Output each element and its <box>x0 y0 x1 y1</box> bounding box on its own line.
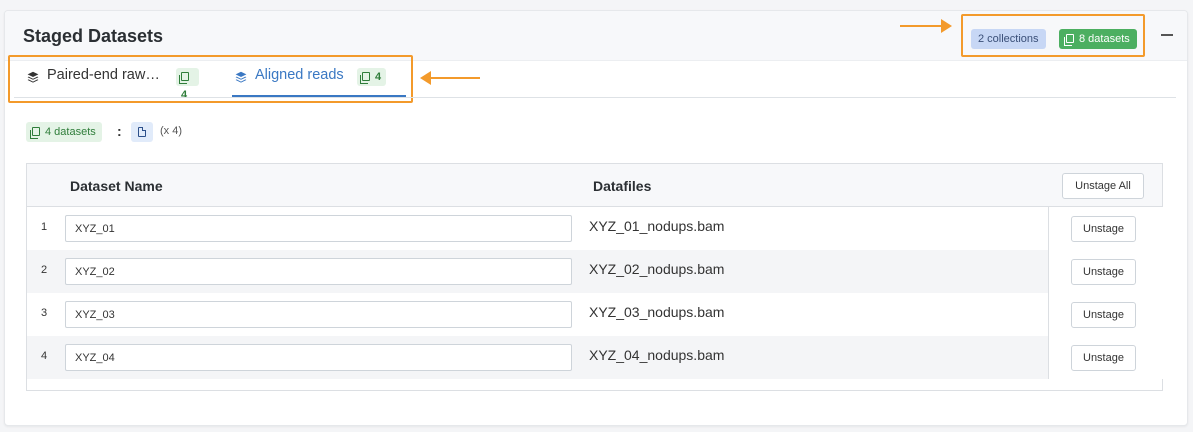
tab-count-badge: 4 <box>176 68 199 101</box>
table-header: Dataset Name Datafiles Unstage All <box>27 164 1162 207</box>
layers-icon <box>235 71 247 83</box>
datafile-name: XYZ_01_nodups.bam <box>589 218 725 234</box>
row-number: 1 <box>41 221 48 233</box>
name-cell <box>58 293 573 336</box>
name-cell <box>58 336 573 379</box>
card-header: Staged Datasets 2 collections 8 datasets <box>5 11 1187 61</box>
summary-datasets-label: 4 datasets <box>45 126 96 138</box>
unstage-button[interactable]: Unstage <box>1071 259 1136 285</box>
action-cell: Unstage <box>1048 293 1163 336</box>
table-row: 2 XYZ_02_nodups.bam Unstage <box>27 250 1163 293</box>
row-number: 3 <box>41 307 48 319</box>
datafile-name: XYZ_02_nodups.bam <box>589 261 725 277</box>
action-cell: Unstage <box>1048 336 1163 379</box>
tab-count-value: 4 <box>181 89 188 101</box>
copy-icon <box>179 72 189 84</box>
arrow-icon <box>420 71 480 85</box>
dataset-name-input[interactable] <box>65 301 572 328</box>
datasets-badge: 8 datasets <box>1059 29 1137 49</box>
action-cell: Unstage <box>1048 207 1163 250</box>
minus-icon[interactable] <box>1158 24 1178 44</box>
row-number: 2 <box>41 264 48 276</box>
name-cell <box>58 207 573 250</box>
collections-badge: 2 collections <box>971 29 1046 49</box>
summary-multiplier: (x 4) <box>160 125 182 137</box>
dataset-name-input[interactable] <box>65 215 572 242</box>
unstage-all-button[interactable]: Unstage All <box>1062 173 1144 199</box>
unstage-button[interactable]: Unstage <box>1071 345 1136 371</box>
datasets-badge-label: 8 datasets <box>1079 33 1130 45</box>
table-row: 3 XYZ_03_nodups.bam Unstage <box>27 293 1163 336</box>
unstage-button[interactable]: Unstage <box>1071 216 1136 242</box>
card-title: Staged Datasets <box>23 26 164 46</box>
badges-highlight-box: 2 collections 8 datasets <box>961 14 1145 57</box>
layers-icon <box>27 71 39 83</box>
table-row: 1 XYZ_01_nodups.bam Unstage <box>27 207 1163 250</box>
copy-icon <box>1064 34 1074 46</box>
arrow-icon <box>900 19 952 33</box>
tab-label: Aligned reads <box>255 67 344 83</box>
column-header-dataset-name: Dataset Name <box>70 178 163 194</box>
unstage-button[interactable]: Unstage <box>1071 302 1136 328</box>
datafile-name: XYZ_04_nodups.bam <box>589 347 725 363</box>
tab-count-value: 4 <box>375 71 382 83</box>
file-icon <box>138 127 146 137</box>
tab-divider <box>14 97 1176 98</box>
tab-count-badge: 4 <box>357 68 387 86</box>
row-number: 4 <box>41 350 48 362</box>
name-cell <box>58 250 573 293</box>
tab-aligned-reads[interactable]: Aligned reads 4 <box>232 66 406 97</box>
dataset-name-input[interactable] <box>65 258 572 285</box>
file-badge <box>131 122 153 142</box>
copy-icon <box>30 127 40 139</box>
table-row: 4 XYZ_04_nodups.bam Unstage <box>27 336 1163 379</box>
summary-datasets-badge: 4 datasets <box>26 122 102 142</box>
dataset-name-input[interactable] <box>65 344 572 371</box>
summary-separator: : <box>117 123 122 139</box>
copy-icon <box>360 72 370 84</box>
staged-datasets-table: Dataset Name Datafiles Unstage All 1 XYZ… <box>26 163 1163 391</box>
column-header-datafiles: Datafiles <box>593 178 652 194</box>
action-cell: Unstage <box>1048 250 1163 293</box>
datafile-name: XYZ_03_nodups.bam <box>589 304 725 320</box>
tab-label: Paired-end raw… <box>47 67 160 83</box>
